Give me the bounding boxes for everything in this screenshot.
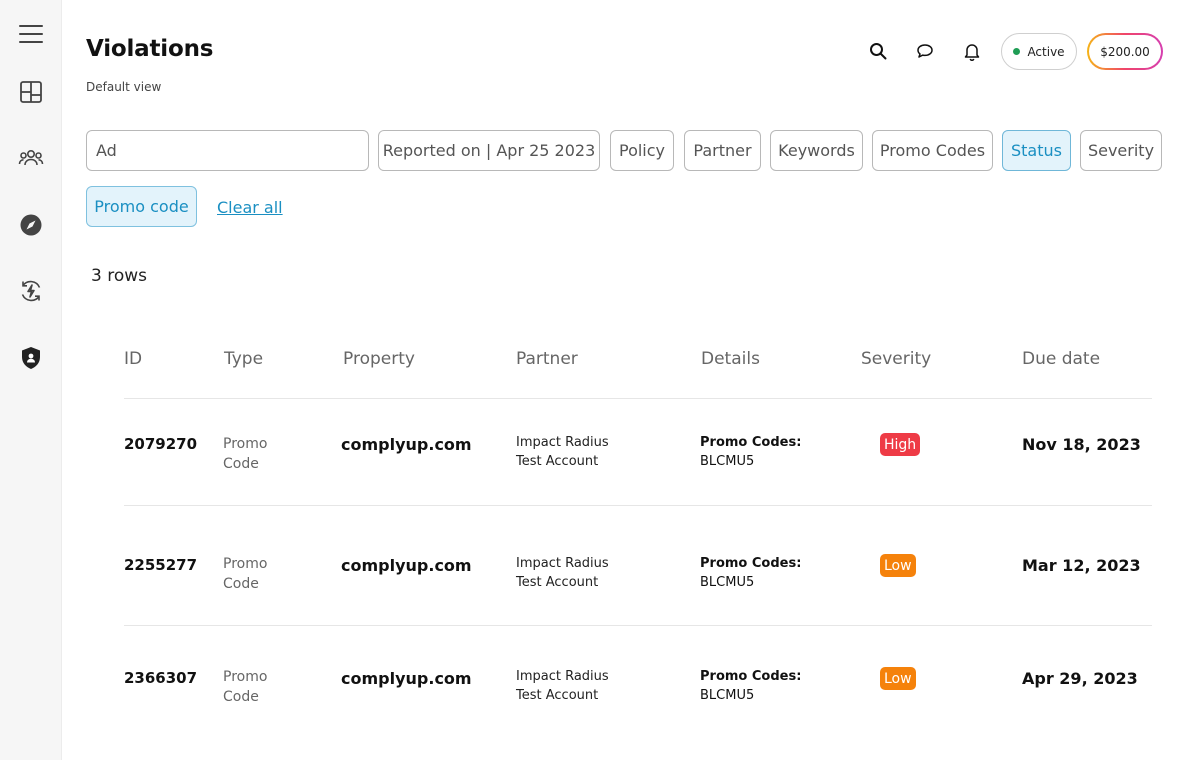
row-partner-line: Impact Radius [516, 435, 609, 450]
severity-badge: High [880, 433, 921, 456]
row-type-line: Promo [223, 556, 268, 572]
row-partner-line: Test Account [516, 688, 599, 703]
row-details-label: Promo Codes: [700, 556, 802, 571]
status-dot-icon [1013, 48, 1021, 55]
view-selector[interactable]: Default view [86, 80, 161, 94]
row-due-date: Mar 12, 2023 [1022, 556, 1141, 575]
table-divider [124, 625, 1152, 626]
row-details-label: Promo Codes: [700, 435, 802, 450]
notification-bell-icon[interactable] [961, 40, 983, 62]
account-status-label: Active [1027, 44, 1065, 59]
menu-icon[interactable] [17, 20, 45, 48]
severity-filter[interactable]: Severity [1080, 130, 1162, 171]
dashboard-icon[interactable] [17, 78, 45, 106]
row-partner: Impact Radius Test Account [516, 433, 609, 471]
row-property[interactable]: complyup.com [341, 556, 472, 575]
column-header-property[interactable]: Property [343, 349, 415, 369]
row-details-label: Promo Codes: [700, 669, 802, 684]
row-type-line: Promo [223, 669, 268, 685]
row-partner-line: Impact Radius [516, 669, 609, 684]
column-header-id[interactable]: ID [124, 349, 142, 369]
row-type: Promo Code [223, 434, 283, 474]
row-type-line: Code [223, 576, 259, 592]
row-type-line: Code [223, 689, 259, 705]
row-count: 3 rows [91, 266, 147, 286]
status-filter[interactable]: Status [1002, 130, 1071, 171]
row-due-date: Nov 18, 2023 [1022, 435, 1141, 454]
clear-all-link[interactable]: Clear all [217, 198, 283, 217]
table-divider [124, 398, 1152, 399]
row-details: Promo Codes: BLCMU5 [700, 554, 801, 592]
severity-badge: Low [880, 554, 916, 577]
balance-button[interactable]: $200.00 [1087, 33, 1163, 70]
row-property[interactable]: complyup.com [341, 435, 472, 454]
row-details-value: BLCMU5 [700, 454, 755, 469]
sidebar [0, 0, 62, 760]
row-details-value: BLCMU5 [700, 688, 755, 703]
row-details: Promo Codes: BLCMU5 [700, 433, 801, 471]
row-details: Promo Codes: BLCMU5 [700, 667, 801, 705]
keywords-filter[interactable]: Keywords [770, 130, 863, 171]
ad-search-input[interactable]: Ad [86, 130, 369, 171]
balance-amount: $200.00 [1089, 35, 1161, 68]
row-type: Promo Code [223, 667, 283, 707]
row-partner: Impact Radius Test Account [516, 554, 609, 592]
row-due-date: Apr 29, 2023 [1022, 669, 1138, 688]
partners-icon[interactable] [17, 144, 45, 172]
row-partner-line: Impact Radius [516, 556, 609, 571]
compliance-shield-icon[interactable] [17, 344, 45, 372]
reported-on-filter[interactable]: Reported on | Apr 25 2023 [378, 130, 600, 171]
row-partner: Impact Radius Test Account [516, 667, 609, 705]
column-header-details[interactable]: Details [701, 349, 760, 369]
row-id[interactable]: 2079270 [124, 435, 197, 453]
account-status-toggle[interactable]: Active [1001, 33, 1077, 70]
promo-codes-filter[interactable]: Promo Codes [872, 130, 993, 171]
row-partner-line: Test Account [516, 575, 599, 590]
row-details-value: BLCMU5 [700, 575, 755, 590]
column-header-type[interactable]: Type [224, 349, 263, 369]
search-icon[interactable] [867, 40, 889, 62]
severity-badge: Low [880, 667, 916, 690]
row-type-line: Promo [223, 436, 268, 452]
row-type-line: Code [223, 456, 259, 472]
column-header-severity[interactable]: Severity [861, 349, 931, 369]
partner-filter[interactable]: Partner [684, 130, 761, 171]
chat-icon[interactable] [914, 40, 936, 62]
row-property[interactable]: complyup.com [341, 669, 472, 688]
policy-filter[interactable]: Policy [610, 130, 674, 171]
main-content: Violations Default view Active $200.00 A… [62, 0, 1188, 760]
discover-icon[interactable] [17, 211, 45, 239]
row-partner-line: Test Account [516, 454, 599, 469]
applied-filter-chip[interactable]: Promo code [86, 186, 197, 227]
column-header-partner[interactable]: Partner [516, 349, 578, 369]
automation-icon[interactable] [17, 277, 45, 305]
row-id[interactable]: 2366307 [124, 669, 197, 687]
table-divider [124, 505, 1152, 506]
page-title: Violations [86, 36, 214, 62]
row-type: Promo Code [223, 554, 283, 594]
column-header-due-date[interactable]: Due date [1022, 349, 1100, 369]
row-id[interactable]: 2255277 [124, 556, 197, 574]
